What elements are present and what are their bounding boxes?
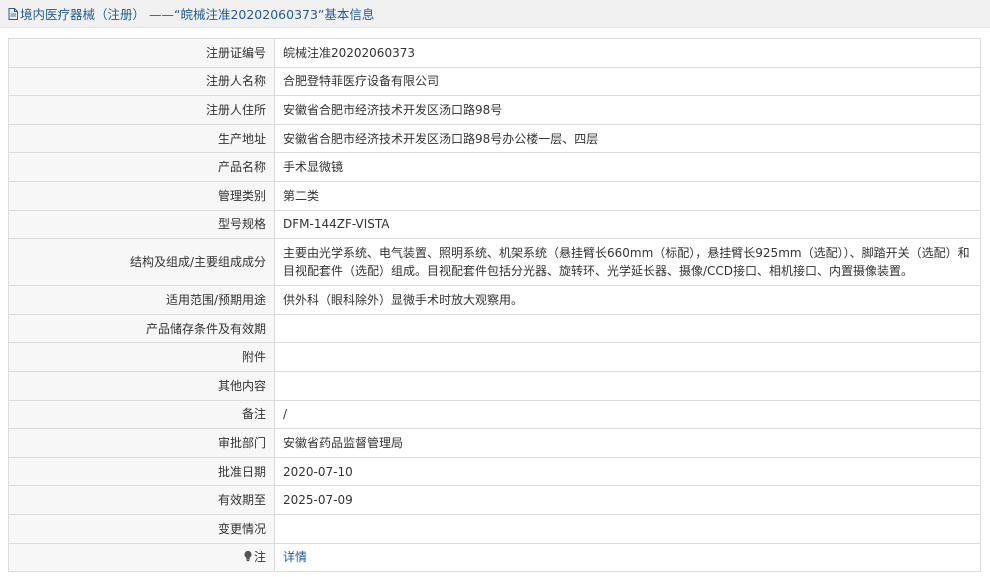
field-value: 2025-07-09: [274, 485, 981, 515]
field-value: 皖械注准20202060373: [274, 38, 981, 68]
field-label: 型号规格: [8, 209, 275, 240]
field-value: 2020-07-10: [274, 456, 981, 487]
details-link[interactable]: 详情: [283, 550, 307, 564]
field-label: 注册证编号: [8, 38, 275, 68]
field-label: 适用范围/预期用途: [8, 285, 275, 315]
table-row: 附件: [8, 342, 981, 372]
field-value: 供外科（眼科除外）显微手术时放大观察用。: [274, 285, 981, 315]
note-value-cell: 详情: [274, 542, 981, 573]
table-row: 审批部门 安徽省药品监督管理局: [8, 428, 981, 458]
field-label: 注册人住所: [8, 95, 275, 125]
table-row: 其他内容: [8, 370, 981, 401]
table-row: 注册人住所 安徽省合肥市经济技术开发区汤口路98号: [8, 95, 981, 125]
field-label: 批准日期: [8, 456, 275, 487]
field-label: 产品名称: [8, 152, 275, 182]
table-row: 有效期至 2025-07-09: [8, 485, 981, 515]
field-label: 生产地址: [8, 123, 275, 154]
field-label: 其他内容: [8, 370, 275, 401]
field-value: [274, 370, 981, 401]
field-label: 管理类别: [8, 180, 275, 211]
table-row: 备注 /: [8, 399, 981, 430]
field-value: 安徽省药品监督管理局: [274, 428, 981, 458]
table-row: 变更情况: [8, 513, 981, 544]
field-label: 有效期至: [8, 485, 275, 515]
table-row: 生产地址 安徽省合肥市经济技术开发区汤口路98号办公楼一层、四层: [8, 123, 981, 154]
note-label-cell: 注: [8, 542, 275, 573]
table-row: 注册证编号 皖械注准20202060373: [8, 38, 981, 68]
field-value: 手术显微镜: [274, 152, 981, 182]
table-row: 产品名称 手术显微镜: [8, 152, 981, 182]
field-value: 主要由光学系统、电气装置、照明系统、机架系统（悬挂臂长660mm（标配），悬挂臂…: [274, 238, 981, 287]
table-row: 适用范围/预期用途 供外科（眼科除外）显微手术时放大观察用。: [8, 285, 981, 315]
field-label: 注册人名称: [8, 66, 275, 97]
table-row: 批准日期 2020-07-10: [8, 456, 981, 487]
detail-table-container: 注册证编号 皖械注准20202060373 注册人名称 合肥登特菲医疗设备有限公司 …: [8, 38, 981, 573]
field-value: 安徽省合肥市经济技术开发区汤口路98号: [274, 95, 981, 125]
detail-table: 注册证编号 皖械注准20202060373 注册人名称 合肥登特菲医疗设备有限公司 …: [8, 38, 981, 573]
page-title: 境内医疗器械（注册） ——“皖械注准20202060373”基本信息: [20, 7, 375, 22]
lightbulb-icon: [244, 551, 252, 562]
field-value: [274, 513, 981, 544]
field-label: 结构及组成/主要组成成分: [8, 238, 275, 287]
table-row: 型号规格 DFM-144ZF-VISTA: [8, 209, 981, 240]
field-value: /: [274, 399, 981, 430]
field-label: 附件: [8, 342, 275, 372]
note-label: 注: [253, 550, 266, 565]
field-label: 产品储存条件及有效期: [8, 313, 275, 344]
page-header: 境内医疗器械（注册） ——“皖械注准20202060373”基本信息: [0, 0, 990, 28]
table-row: 注册人名称 合肥登特菲医疗设备有限公司: [8, 66, 981, 97]
field-value: [274, 342, 981, 372]
table-row-note: 注 详情: [8, 542, 981, 573]
field-value: DFM-144ZF-VISTA: [274, 209, 981, 240]
table-row: 结构及组成/主要组成成分 主要由光学系统、电气装置、照明系统、机架系统（悬挂臂长6…: [8, 238, 981, 287]
document-icon: [8, 7, 18, 20]
table-row: 产品储存条件及有效期: [8, 313, 981, 344]
field-value: 第二类: [274, 180, 981, 211]
field-value: 安徽省合肥市经济技术开发区汤口路98号办公楼一层、四层: [274, 123, 981, 154]
field-value: 合肥登特菲医疗设备有限公司: [274, 66, 981, 97]
table-row: 管理类别 第二类: [8, 180, 981, 211]
field-label: 变更情况: [8, 513, 275, 544]
field-value: [274, 313, 981, 344]
field-label: 备注: [8, 399, 275, 430]
field-label: 审批部门: [8, 428, 275, 458]
